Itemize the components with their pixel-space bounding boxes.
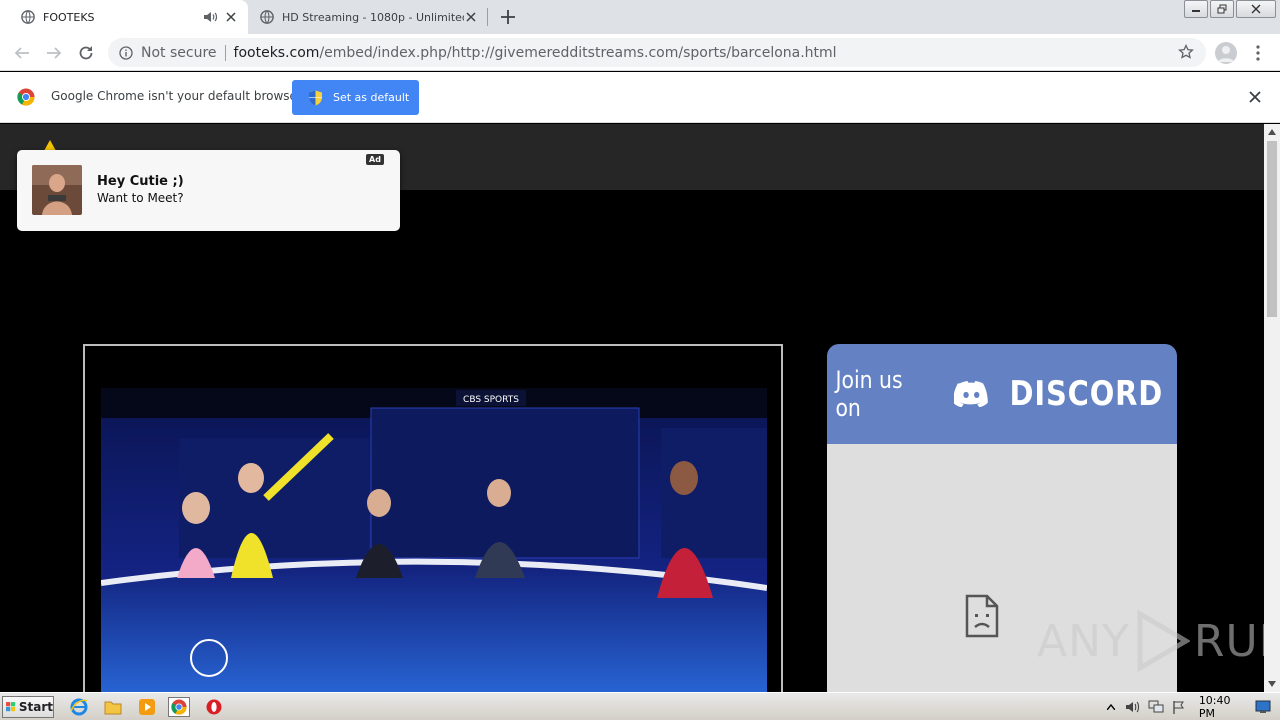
- tab-divider: [487, 8, 488, 26]
- reload-button[interactable]: [75, 42, 97, 64]
- discord-banner[interactable]: Join us on DISCORD: [827, 344, 1177, 444]
- start-label: Start: [18, 700, 53, 714]
- omnibox-divider: [224, 44, 226, 61]
- speaker-icon[interactable]: [202, 9, 218, 25]
- sad-document-icon: [965, 594, 999, 638]
- close-window-button[interactable]: [1236, 0, 1276, 18]
- tab-footeks[interactable]: FOOTEKS: [0, 0, 248, 34]
- tab-title: FOOTEKS: [43, 10, 95, 24]
- ad-text: Want to Meet?: [97, 191, 184, 205]
- new-tab-button[interactable]: [498, 7, 518, 27]
- start-button[interactable]: Start: [2, 696, 54, 718]
- reload-icon: [79, 46, 93, 60]
- plus-icon: [501, 10, 515, 24]
- globe-icon: [260, 10, 274, 24]
- taskbar: Start 10:40 PM: [0, 692, 1280, 720]
- taskbar-explorer[interactable]: [102, 697, 124, 717]
- ad-title: Hey Cutie ;): [97, 174, 184, 189]
- clock[interactable]: 10:40 PM: [1199, 694, 1245, 720]
- taskbar-opera[interactable]: [203, 697, 225, 717]
- menu-button[interactable]: [1250, 42, 1266, 64]
- tab-hd-streaming[interactable]: HD Streaming - 1080p - Unlimited Do: [248, 0, 488, 34]
- url-path: /embed/index.php/http://givemeredditstre…: [319, 44, 837, 61]
- info-icon[interactable]: [119, 45, 133, 60]
- watermark-left: ANY: [1037, 615, 1130, 667]
- profile-avatar[interactable]: [1215, 42, 1237, 64]
- taskbar-chrome[interactable]: [168, 697, 190, 717]
- system-tray: 10:40 PM: [1104, 694, 1278, 720]
- set-as-default-button[interactable]: Set as default: [292, 80, 419, 115]
- ad-notification[interactable]: Ad Hey Cutie ;) Want to Meet?: [17, 150, 400, 231]
- uac-shield-icon: [309, 90, 322, 105]
- scroll-up-button[interactable]: [1264, 124, 1280, 140]
- minimize-button[interactable]: [1184, 0, 1208, 18]
- taskbar-ie[interactable]: [68, 697, 90, 717]
- security-label: Not secure: [141, 44, 217, 61]
- default-browser-infobar: Google Chrome isn't your default browser…: [0, 72, 1280, 123]
- minimize-icon: [1192, 10, 1200, 12]
- close-tab-icon[interactable]: [464, 10, 478, 24]
- discord-logo-icon: [953, 380, 988, 408]
- browser-toolbar: Not secure footeks.com/embed/index.php/h…: [0, 34, 1280, 71]
- close-tab-icon[interactable]: [224, 10, 238, 24]
- infobar-message: Google Chrome isn't your default browser: [51, 89, 302, 103]
- ad-thumbnail: [32, 165, 82, 215]
- network-icon: [1148, 700, 1164, 713]
- forward-button[interactable]: [43, 42, 65, 64]
- chrome-icon: [171, 699, 187, 715]
- svg-text:CBS SPORTS: CBS SPORTS: [463, 395, 519, 405]
- play-icon: [1137, 610, 1190, 672]
- url-host: footeks.com: [233, 44, 320, 61]
- discord-wordmark: DISCORD: [1009, 374, 1164, 414]
- page-content: Ad Hey Cutie ;) Want to Meet? CBS SPORTS: [0, 124, 1264, 692]
- close-icon: [1251, 4, 1261, 14]
- discord-join-text: Join us on: [835, 366, 903, 422]
- restore-icon: [1217, 4, 1227, 14]
- desktop-icon: [1255, 700, 1271, 713]
- show-desktop-button[interactable]: [1255, 699, 1271, 715]
- windows-logo-icon: [6, 702, 16, 712]
- media-player-icon: [139, 699, 155, 715]
- page-scrollbar[interactable]: [1264, 124, 1280, 692]
- chevron-up-icon: [1107, 704, 1116, 710]
- more-vert-icon: [1256, 45, 1260, 61]
- action-center-button[interactable]: [1171, 699, 1185, 715]
- tab-title: HD Streaming - 1080p - Unlimited Do: [282, 10, 464, 24]
- ad-badge: Ad: [366, 154, 384, 165]
- volume-icon: [1126, 701, 1140, 713]
- arrow-right-icon: [47, 47, 62, 59]
- show-hidden-icons-button[interactable]: [1104, 699, 1118, 715]
- opera-icon: [206, 699, 222, 715]
- flag-icon: [1172, 701, 1184, 714]
- caret-down-icon: [1268, 681, 1276, 687]
- taskbar-media-player[interactable]: [136, 697, 158, 717]
- globe-icon: [21, 10, 35, 24]
- tab-strip: FOOTEKS HD Streaming - 1080p - Unlimited…: [0, 0, 1280, 34]
- close-icon[interactable]: [1248, 90, 1262, 104]
- address-bar[interactable]: Not secure footeks.com/embed/index.php/h…: [108, 38, 1206, 67]
- bookmark-star-icon[interactable]: [1178, 44, 1194, 60]
- caret-up-icon: [1268, 129, 1276, 135]
- back-button[interactable]: [11, 42, 33, 64]
- internet-explorer-icon: [70, 698, 88, 716]
- video-frame-image: CBS SPORTS: [101, 388, 767, 692]
- folder-icon: [104, 701, 122, 715]
- chrome-logo-icon: [17, 88, 35, 106]
- person-icon: [1218, 46, 1234, 62]
- network-button[interactable]: [1148, 699, 1164, 715]
- anyrun-watermark: ANY RUN: [1037, 610, 1264, 672]
- set-as-default-label: Set as default: [333, 91, 410, 104]
- video-player[interactable]: CBS SPORTS: [83, 344, 783, 692]
- arrow-left-icon: [14, 47, 29, 59]
- restore-button[interactable]: [1210, 0, 1234, 18]
- watermark-right: RUN: [1193, 615, 1264, 667]
- scroll-thumb[interactable]: [1267, 141, 1277, 317]
- volume-button[interactable]: [1125, 699, 1141, 715]
- window-controls: [1182, 0, 1276, 20]
- scroll-down-button[interactable]: [1264, 676, 1280, 692]
